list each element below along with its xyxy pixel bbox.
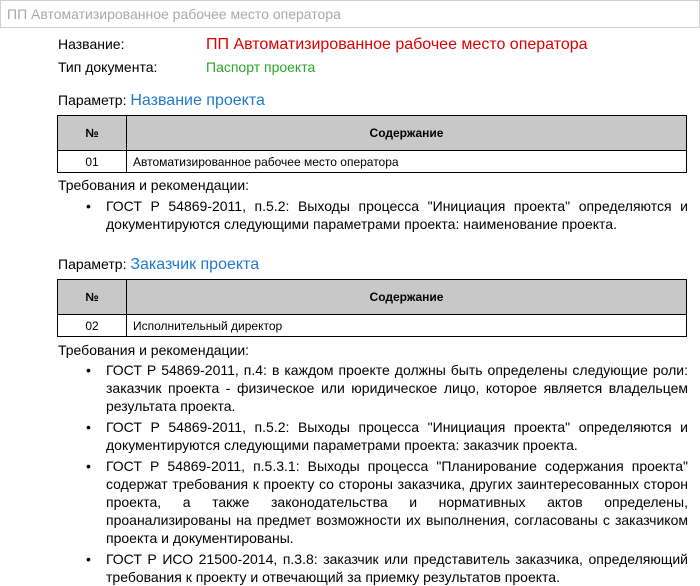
document-title-bar: ПП Автоматизированное рабочее место опер…: [0, 0, 700, 28]
bullet-icon: •: [86, 551, 91, 567]
parameter-name: Название проекта: [130, 92, 265, 109]
column-header-content: Содержание: [126, 115, 687, 151]
name-row: Название: ПП Автоматизированное рабочее м…: [58, 36, 588, 54]
parameter-label: Параметр:: [58, 256, 127, 272]
name-value: ПП Автоматизированное рабочее место опер…: [206, 36, 588, 53]
requirements-list-1: • ГОСТ Р 54869-2011, п.5.2: Выходы процес…: [86, 197, 688, 236]
table-row: 02 Исполнительный директор: [57, 314, 687, 337]
list-item: • ГОСТ Р 54869-2011, п.5.3.1: Выходы проц…: [86, 458, 688, 546]
table-header-row: № Содержание: [57, 279, 687, 315]
bullet-icon: •: [86, 198, 91, 214]
name-label: Название:: [58, 36, 125, 52]
parameter-name: Заказчик проекта: [130, 256, 260, 273]
document-title: ПП Автоматизированное рабочее место опер…: [7, 6, 341, 22]
requirements-list-2: • ГОСТ Р 54869-2011, п.4: в каждом проект…: [86, 361, 688, 586]
requirements-label-2: Требования и рекомендации:: [58, 342, 250, 358]
row-number: 01: [57, 150, 127, 173]
column-header-content: Содержание: [126, 279, 687, 315]
parameter-heading-1: Параметр: Название проекта: [58, 92, 265, 110]
row-content: Исполнительный директор: [126, 314, 687, 337]
bullet-icon: •: [86, 419, 91, 435]
table-row: 01 Автоматизированное рабочее место опер…: [57, 150, 687, 173]
list-item: • ГОСТ Р 54869-2011, п.5.2: Выходы процес…: [86, 198, 688, 232]
parameter-table-1: № Содержание 01 Автоматизированное рабоч…: [57, 115, 687, 173]
parameter-table-2: № Содержание 02 Исполнительный директор: [57, 279, 687, 337]
table-header-row: № Содержание: [57, 115, 687, 151]
document-type-row: Тип документа: Паспорт проекта: [58, 59, 315, 75]
parameter-label: Параметр:: [58, 92, 127, 108]
parameter-heading-2: Параметр: Заказчик проекта: [58, 256, 259, 274]
column-header-number: №: [57, 115, 127, 151]
list-item: • ГОСТ Р ИСО 21500-2014, п.3.8: заказчик …: [86, 551, 688, 585]
list-item: • ГОСТ Р 54869-2011, п.5.2: Выходы процес…: [86, 419, 688, 453]
requirements-label-1: Требования и рекомендации:: [58, 177, 250, 193]
bullet-icon: •: [86, 362, 91, 378]
list-item: • ГОСТ Р 54869-2011, п.4: в каждом проект…: [86, 362, 688, 414]
column-header-number: №: [57, 279, 127, 315]
document-type-value: Паспорт проекта: [206, 59, 316, 75]
row-number: 02: [57, 314, 127, 337]
document-type-label: Тип документа:: [58, 59, 158, 75]
bullet-icon: •: [86, 458, 91, 474]
row-content: Автоматизированное рабочее место операто…: [126, 150, 687, 173]
